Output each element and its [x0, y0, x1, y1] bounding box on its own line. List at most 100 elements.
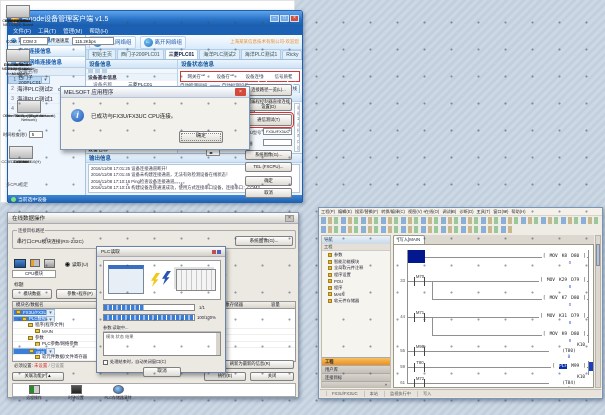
menu-item[interactable]: 工程(P): [321, 209, 335, 215]
dialog-dot: [212, 250, 216, 254]
menu-item[interactable]: 诊断(D): [459, 209, 473, 215]
ladder-cursor-cell[interactable]: [408, 250, 425, 263]
contact[interactable]: [414, 379, 425, 388]
progress-cancel-button[interactable]: 取消: [143, 367, 181, 377]
progress-listbox[interactable]: 模块 状态 结果: [103, 332, 221, 356]
execute-button[interactable]: 执行(E): [204, 372, 246, 381]
maximize-button[interactable]: □: [280, 15, 289, 22]
auto-close-checkbox[interactable]: [103, 360, 108, 365]
status-item: 信号质量: [270, 73, 298, 80]
menu-item[interactable]: 编辑(E): [338, 209, 352, 215]
nav-view-button[interactable]: 连接目标: [322, 373, 390, 381]
plc-if-item[interactable]: CC IE Field Communication Head Module: [1, 49, 35, 76]
related-function-item[interactable]: PLC存储器清除: [101, 385, 135, 401]
tree-item-icon: [35, 329, 40, 333]
tree-item-icon: [22, 317, 27, 321]
melsoft-message: 已成功与FX3U/FX3UC CPU连接。: [91, 112, 176, 120]
contact[interactable]: [414, 363, 425, 372]
close-button[interactable]: ×: [290, 15, 299, 22]
menu-item[interactable]: 管理(M): [63, 27, 82, 35]
speed-label: 传送速度: [51, 38, 69, 44]
listbox-scrollbar[interactable]: [216, 333, 220, 355]
cancel-button[interactable]: 取消: [245, 188, 292, 198]
close-dialog-button[interactable]: 关闭: [250, 372, 294, 381]
function-icon: [113, 385, 124, 394]
menu-item[interactable]: 视图(V): [408, 209, 422, 215]
plc-read-titlebar[interactable]: PLC读取: [97, 247, 225, 257]
menu-item[interactable]: 在线(O): [425, 209, 439, 215]
device-tab[interactable]: 西门子200PLC01: [117, 49, 164, 59]
edit-marker: [589, 362, 593, 371]
direct-connect-button[interactable]: 可编程控制器直接连接设置(D): [245, 98, 292, 111]
q3-titlebar[interactable]: 在线数据操作 ×: [8, 213, 298, 224]
q3-close-button[interactable]: ×: [285, 215, 294, 222]
melsoft-close-button[interactable]: ×: [235, 88, 246, 96]
com-value[interactable]: COM 3: [20, 37, 48, 45]
tree-node[interactable]: 软元件存储器: [322, 298, 390, 305]
active-document-tab[interactable]: [写入]MAIN: [393, 235, 425, 244]
menu-item[interactable]: 工具(T): [38, 27, 56, 35]
vertical-scrollbar[interactable]: [595, 235, 601, 388]
q4-toolbar-row2[interactable]: [321, 226, 512, 233]
related-function-item[interactable]: 远程操作: [17, 385, 51, 401]
menu-item[interactable]: 帮助(H): [511, 209, 525, 215]
folder-icon: [328, 292, 332, 296]
q4-toolbar-row1[interactable]: [321, 217, 599, 224]
other-station-item[interactable]: Other Station (Co-existence Network): [1, 100, 57, 123]
folder-icon: [328, 266, 332, 270]
device-tab[interactable]: 三菱PLC01: [165, 49, 199, 59]
scrollbar-thumb[interactable]: [596, 244, 600, 266]
q4-menubar: 工程(P)编辑(E)搜索/替换(F)转换/编译(C)视图(V)在线(O)调试(B…: [319, 208, 602, 216]
time-check-value[interactable]: 5: [29, 131, 43, 138]
device-tab[interactable]: 初始主页: [88, 49, 116, 59]
operation-radio[interactable]: 读取(U): [65, 261, 88, 268]
progress-status: 参数:读取中...: [103, 325, 221, 332]
progress-bar-2: [103, 314, 195, 321]
detail-value: [263, 139, 292, 146]
menu-item[interactable]: 工具(T): [477, 209, 491, 215]
timer-coil[interactable]: K10 (T80) 0: [549, 343, 589, 361]
device-tab[interactable]: Ricky: [282, 50, 302, 59]
related-function-item[interactable]: 时钟设置: [59, 385, 93, 401]
device-row[interactable]: 1 西门子200PLC01: [8, 76, 50, 84]
route-item[interactable]: C24: [1, 146, 41, 164]
target-path-text: 串行口CPU模块连接(RS-232C): [17, 238, 84, 245]
contact[interactable]: [414, 313, 425, 322]
ladder-editor[interactable]: [MOVK8D80] 0 33 M70 [MOVK29D79] 8 [MOVK7…: [393, 244, 594, 388]
comm-test-button[interactable]: 通信测试(T): [245, 114, 292, 126]
cpu-module-tab[interactable]: CPU模块: [12, 270, 56, 278]
system-image-button[interactable]: 系统图像(G)...: [245, 150, 292, 160]
pc-if-item[interactable]: PLC Board: [1, 5, 35, 23]
q3-system-image-button[interactable]: 系统图像(G)...: [235, 236, 293, 246]
status-item: 设备在线: [212, 73, 240, 80]
contact[interactable]: [414, 347, 425, 356]
melsoft-titlebar[interactable]: MELSOFT 应用程序 ×: [61, 87, 249, 98]
menu-item[interactable]: 窗口(W): [493, 209, 508, 215]
plc-module-icon: [44, 259, 55, 268]
connection-list-button[interactable]: 连接路径一览(L)...: [245, 84, 292, 96]
radio-dot: [65, 262, 70, 267]
tel-button[interactable]: TEL (FXCPU)...: [245, 162, 292, 172]
device-tab[interactable]: 海洋PLC测试2: [199, 49, 240, 59]
contact[interactable]: [414, 277, 425, 286]
menu-item[interactable]: 帮助(H): [89, 27, 108, 35]
nav-view-button[interactable]: 工程: [322, 357, 390, 365]
related-functions-button[interactable]: 关联功能(F)▲: [12, 372, 64, 381]
com-label: COM: [6, 39, 17, 44]
timer-coil[interactable]: K10 (T84) 0: [549, 375, 589, 388]
minimize-button[interactable]: –: [270, 15, 279, 22]
nav-view-button[interactable]: 用户库: [322, 365, 390, 373]
speed-value[interactable]: 115.2Kbps: [72, 37, 114, 45]
menu-item[interactable]: 搜索/替换(F): [355, 209, 378, 215]
menu-item[interactable]: 调试(B): [442, 209, 456, 215]
q1-titlebar[interactable]: Hinode设备管理客户端 v1.5 – □ ×: [8, 11, 302, 26]
nav-more-button[interactable]: »: [322, 381, 390, 387]
device-tab[interactable]: 海洋PLC测试1: [241, 49, 282, 59]
ok-button[interactable]: 确定: [245, 176, 292, 186]
leave-icon: ←: [144, 38, 153, 47]
project-bar[interactable]: 工程: [322, 244, 390, 251]
melsoft-ok-button[interactable]: 确定: [179, 131, 223, 143]
leave-group-button[interactable]: ←离开网络组: [140, 36, 187, 49]
module-data-button[interactable]: 模块数据: [12, 289, 52, 299]
menu-item[interactable]: 转换/编译(C): [381, 209, 405, 215]
